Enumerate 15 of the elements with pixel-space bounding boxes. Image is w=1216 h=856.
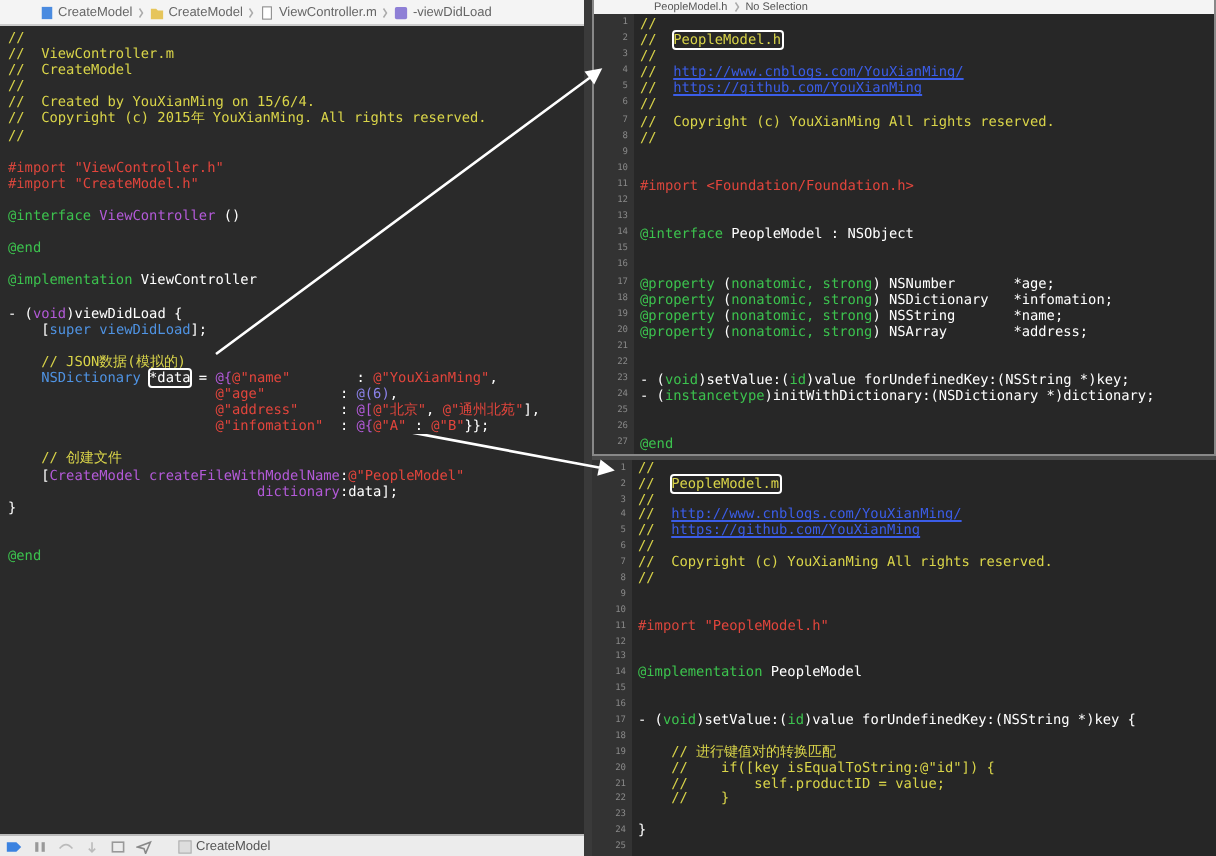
- chevron-icon: [733, 0, 740, 14]
- breakpoint-icon[interactable]: [6, 839, 22, 853]
- pause-icon[interactable]: [32, 839, 48, 853]
- chevron-icon: [382, 5, 389, 19]
- step-icon[interactable]: [58, 839, 74, 853]
- project-icon: [40, 5, 54, 19]
- app-icon: [178, 839, 192, 853]
- file-icon: [260, 5, 275, 19]
- folder-icon: [150, 5, 165, 19]
- step-in-icon[interactable]: [84, 839, 100, 853]
- view-icon[interactable]: [110, 839, 126, 853]
- location-icon[interactable]: [136, 839, 152, 853]
- chevron-icon: [138, 5, 145, 19]
- method-icon: [394, 5, 409, 19]
- chevron-icon: [248, 5, 255, 19]
